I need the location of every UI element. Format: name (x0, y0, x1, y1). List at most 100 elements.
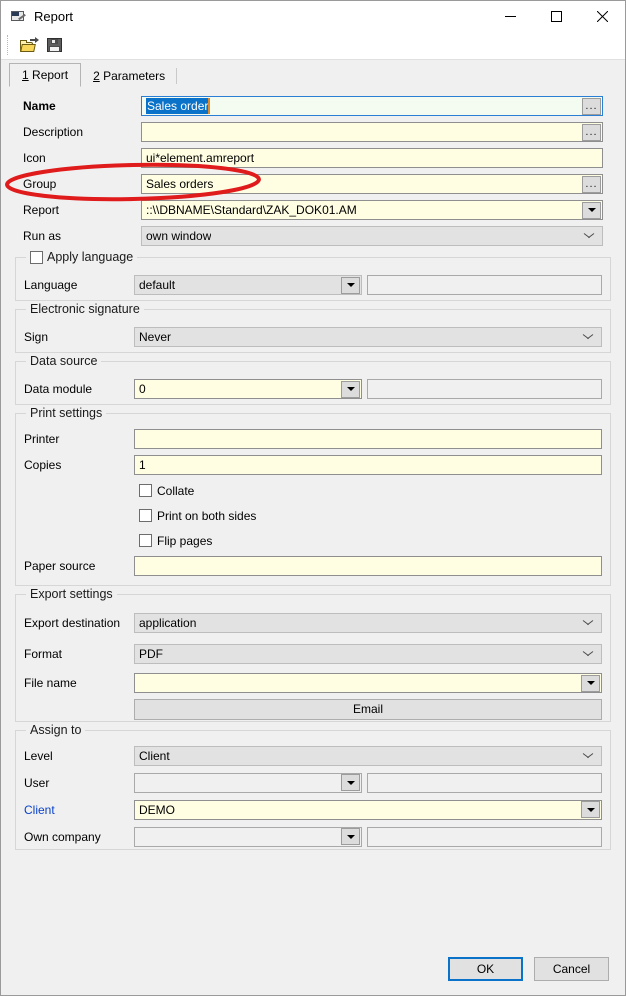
group-print-settings-title: Print settings (26, 406, 106, 420)
group-data-source: Data source Data module 0 (15, 361, 611, 405)
data-module-combo[interactable]: 0 (134, 379, 362, 399)
tab-parameters-label: Parameters (103, 69, 165, 83)
ok-button[interactable]: OK (448, 957, 523, 981)
group-input[interactable]: Sales orders ... (141, 174, 603, 194)
flip-pages-checkbox[interactable] (139, 534, 152, 547)
label-client[interactable]: Client (24, 803, 134, 817)
icon-input-value: ui*element.amreport (146, 151, 254, 165)
row-email-button: Email (16, 697, 610, 721)
data-module-dropdown-arrow-icon[interactable] (341, 381, 360, 398)
group-electronic-signature: Electronic signature Sign Never (15, 309, 611, 353)
run-as-combo[interactable]: own window (141, 226, 603, 246)
title-bar: Report (1, 1, 625, 31)
name-input[interactable]: Sales order ... (141, 96, 603, 116)
row-flip-pages[interactable]: Flip pages (16, 528, 610, 553)
minimize-button[interactable] (487, 1, 533, 31)
sign-combo-value: Never (139, 330, 171, 344)
user-extra-input[interactable] (367, 773, 602, 793)
window-controls (487, 1, 625, 31)
paper-source-input[interactable] (134, 556, 602, 576)
row-name: Name Sales order ... (1, 93, 625, 119)
group-electronic-signature-title: Electronic signature (26, 302, 144, 316)
level-combo[interactable]: Client (134, 746, 602, 766)
tab-divider (176, 68, 177, 84)
collate-label: Collate (157, 484, 194, 498)
export-destination-combo[interactable]: application (134, 613, 602, 633)
name-browse-button[interactable]: ... (582, 98, 601, 115)
row-run-as: Run as own window (1, 223, 625, 249)
report-window-icon (10, 8, 26, 24)
file-name-dropdown-arrow-icon[interactable] (581, 675, 600, 692)
user-combo[interactable] (134, 773, 362, 793)
label-run-as: Run as (23, 229, 141, 243)
label-language: Language (24, 278, 134, 292)
tab-report[interactable]: 1 Report (9, 63, 81, 87)
tab-parameters[interactable]: 2 Parameters (81, 65, 177, 87)
copies-input[interactable]: 1 (134, 455, 602, 475)
maximize-button[interactable] (533, 1, 579, 31)
row-own-company: Own company (16, 823, 610, 850)
description-input[interactable]: ... (141, 122, 603, 142)
chevron-down-icon (583, 651, 593, 657)
client-dropdown-arrow-icon[interactable] (581, 801, 600, 818)
language-dropdown-arrow-icon[interactable] (341, 277, 360, 294)
format-combo[interactable]: PDF (134, 644, 602, 664)
row-level: Level Client (16, 743, 610, 769)
close-button[interactable] (579, 1, 625, 31)
tab-report-accel: 1 (22, 68, 29, 82)
export-destination-combo-value: application (139, 616, 196, 630)
chevron-down-icon (583, 753, 593, 759)
own-company-extra-input[interactable] (367, 827, 602, 847)
flip-pages-label: Flip pages (157, 534, 212, 548)
row-file-name: File name (16, 669, 610, 697)
description-browse-button[interactable]: ... (582, 124, 601, 141)
printer-input[interactable] (134, 429, 602, 449)
user-dropdown-arrow-icon[interactable] (341, 774, 360, 791)
level-combo-value: Client (139, 749, 170, 763)
toolbar (1, 31, 625, 60)
row-print-both-sides[interactable]: Print on both sides (16, 503, 610, 528)
group-export-settings: Export settings Export destination appli… (15, 594, 611, 722)
save-button[interactable] (42, 33, 68, 57)
own-company-dropdown-arrow-icon[interactable] (341, 828, 360, 845)
apply-language-checkbox[interactable] (30, 251, 43, 264)
group-print-settings: Print settings Printer Copies 1 Collate (15, 413, 611, 586)
client-combo[interactable]: DEMO (134, 800, 602, 820)
row-collate[interactable]: Collate (16, 478, 610, 503)
language-combo[interactable]: default (134, 275, 362, 295)
open-button[interactable] (16, 33, 42, 57)
email-button[interactable]: Email (134, 699, 602, 720)
chevron-down-icon (583, 620, 593, 626)
row-language: Language default (16, 272, 610, 298)
row-data-module: Data module 0 (16, 376, 610, 402)
icon-input[interactable]: ui*element.amreport (141, 148, 603, 168)
data-module-extra-input[interactable] (367, 379, 602, 399)
client-combo-value: DEMO (139, 803, 175, 817)
open-folder-icon (20, 37, 39, 53)
file-name-combo[interactable] (134, 673, 602, 693)
print-on-both-sides-checkbox[interactable] (139, 509, 152, 522)
group-apply-language-title: Apply language (26, 250, 137, 264)
row-report: Report ::\\DBNAME\Standard\ZAK_DOK01.AM (1, 197, 625, 223)
label-icon: Icon (23, 151, 141, 165)
label-user: User (24, 776, 134, 790)
label-level: Level (24, 749, 134, 763)
cancel-button[interactable]: Cancel (534, 957, 609, 981)
toolbar-grip[interactable] (7, 35, 11, 55)
report-dropdown-arrow-icon[interactable] (582, 202, 601, 219)
row-icon: Icon ui*element.amreport (1, 145, 625, 171)
row-client: Client DEMO (16, 796, 610, 823)
apply-language-label: Apply language (47, 250, 133, 264)
dialog-footer: OK Cancel (1, 943, 625, 995)
label-description: Description (23, 125, 141, 139)
own-company-combo[interactable] (134, 827, 362, 847)
row-user: User (16, 769, 610, 796)
label-copies: Copies (24, 458, 134, 472)
data-module-combo-value: 0 (139, 382, 146, 396)
report-combo[interactable]: ::\\DBNAME\Standard\ZAK_DOK01.AM (141, 200, 603, 220)
group-browse-button[interactable]: ... (582, 176, 601, 193)
print-on-both-sides-label: Print on both sides (157, 509, 256, 523)
sign-combo[interactable]: Never (134, 327, 602, 347)
collate-checkbox[interactable] (139, 484, 152, 497)
language-extra-input[interactable] (367, 275, 602, 295)
